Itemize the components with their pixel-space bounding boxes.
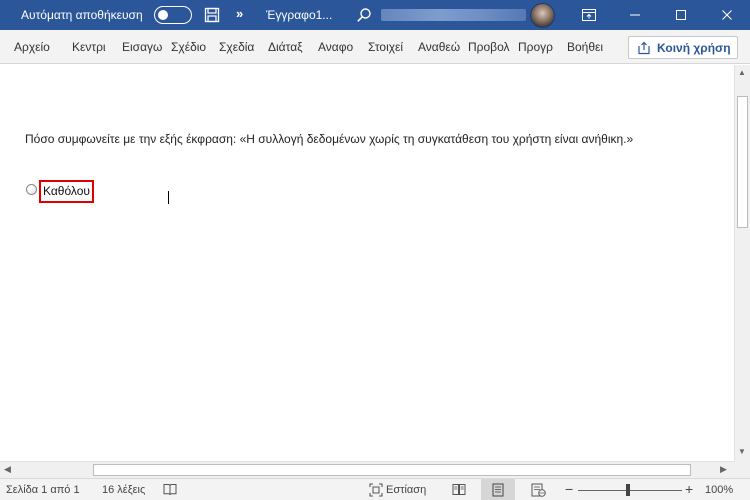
print-layout-view-button[interactable] bbox=[481, 479, 515, 500]
horizontal-scroll-thumb[interactable] bbox=[93, 464, 691, 476]
zoom-in-button[interactable]: + bbox=[685, 481, 693, 497]
word-count[interactable]: 16 λέξεις bbox=[102, 484, 145, 496]
vertical-scroll-thumb[interactable] bbox=[737, 96, 748, 228]
status-bar: Σελίδα 1 από 1 16 λέξεις Εστίαση − + 100… bbox=[0, 478, 750, 500]
scroll-up-icon[interactable]: ▲ bbox=[738, 68, 746, 77]
autosave-label: Αυτόματη αποθήκευση bbox=[21, 8, 143, 22]
tab-design[interactable]: Σχεδία bbox=[219, 40, 261, 54]
tab-view[interactable]: Προβολ bbox=[468, 40, 512, 54]
more-commands-icon[interactable]: » bbox=[236, 6, 243, 21]
tab-review[interactable]: Αναθεώ bbox=[418, 40, 462, 54]
minimize-icon bbox=[630, 14, 640, 16]
document-title[interactable]: Έγγραφο1... bbox=[266, 8, 332, 22]
horizontal-scrollbar[interactable]: ◀ ▶ bbox=[0, 461, 734, 478]
page-count[interactable]: Σελίδα 1 από 1 bbox=[6, 484, 80, 496]
share-button[interactable]: Κοινή χρήση bbox=[628, 36, 738, 59]
tab-help[interactable]: Βοήθει bbox=[567, 40, 613, 54]
document-canvas[interactable]: Πόσο συμφωνείτε με την εξής έκφραση: «Η … bbox=[0, 65, 734, 461]
tab-references[interactable]: Αναφο bbox=[318, 40, 360, 54]
toggle-knob bbox=[158, 9, 168, 20]
scroll-left-icon[interactable]: ◀ bbox=[4, 464, 11, 475]
radio-button-option[interactable] bbox=[26, 184, 37, 195]
zoom-slider-track[interactable] bbox=[578, 490, 682, 491]
web-layout-icon[interactable] bbox=[531, 483, 546, 497]
text-cursor bbox=[168, 191, 169, 204]
scroll-down-icon[interactable]: ▼ bbox=[738, 447, 746, 456]
tab-file[interactable]: Αρχείο bbox=[14, 40, 62, 54]
title-bar: Αυτόματη αποθήκευση » Έγγραφο1... bbox=[0, 0, 750, 30]
autosave-toggle[interactable] bbox=[154, 6, 192, 24]
avatar[interactable] bbox=[530, 3, 555, 28]
ribbon-display-icon bbox=[582, 9, 596, 21]
question-text: Πόσο συμφωνείτε με την εξής έκφραση: «Η … bbox=[25, 132, 634, 146]
scroll-right-icon[interactable]: ▶ bbox=[720, 464, 727, 475]
ribbon-display-options-button[interactable] bbox=[566, 0, 612, 30]
print-layout-icon bbox=[492, 483, 504, 497]
maximize-icon bbox=[676, 10, 686, 20]
proofing-book-icon[interactable] bbox=[163, 483, 177, 496]
tab-developer[interactable]: Προγρ bbox=[518, 40, 560, 54]
close-icon bbox=[722, 10, 732, 20]
tab-home[interactable]: Κεντρι bbox=[72, 40, 116, 54]
tab-layout[interactable]: Διάταξ bbox=[268, 40, 310, 54]
tab-mailings[interactable]: Στοιχεί bbox=[368, 40, 412, 54]
option-label-highlighted[interactable]: Καθόλου bbox=[39, 180, 94, 203]
vertical-scrollbar[interactable]: ▲ ▼ bbox=[734, 65, 750, 461]
minimize-button[interactable] bbox=[612, 0, 658, 30]
scrollbar-corner bbox=[734, 461, 750, 478]
read-mode-icon[interactable] bbox=[452, 483, 466, 496]
save-icon[interactable] bbox=[204, 7, 220, 23]
tab-insert[interactable]: Εισαγω bbox=[122, 40, 166, 54]
maximize-button[interactable] bbox=[658, 0, 704, 30]
tab-draw[interactable]: Σχέδιο bbox=[171, 40, 213, 54]
close-button[interactable] bbox=[704, 0, 750, 30]
share-label: Κοινή χρήση bbox=[657, 40, 731, 55]
search-icon[interactable] bbox=[356, 7, 372, 23]
share-icon bbox=[638, 41, 650, 54]
account-name-blurred[interactable] bbox=[381, 9, 526, 21]
zoom-out-button[interactable]: − bbox=[565, 481, 573, 497]
zoom-level[interactable]: 100% bbox=[705, 484, 733, 496]
zoom-slider-thumb[interactable] bbox=[626, 484, 630, 496]
focus-icon[interactable] bbox=[369, 483, 383, 497]
focus-label[interactable]: Εστίαση bbox=[386, 484, 426, 496]
